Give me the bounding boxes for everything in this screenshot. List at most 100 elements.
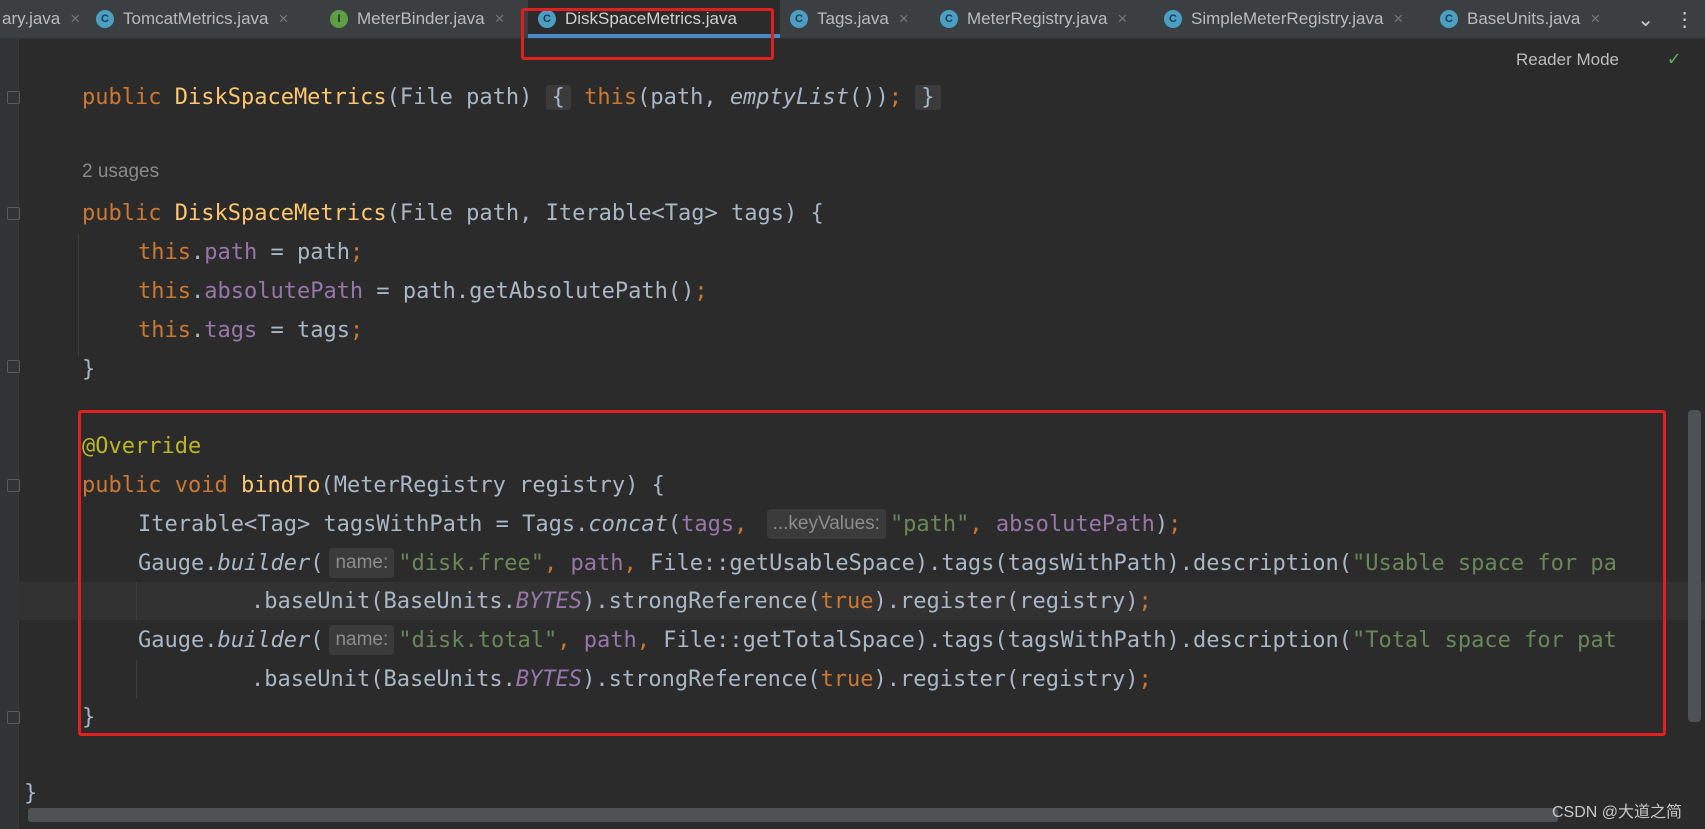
tab-meterregistry-java[interactable]: C MeterRegistry.java ×	[930, 0, 1156, 38]
fold-collapse-icon[interactable]	[7, 207, 20, 220]
code-token: ,	[734, 512, 761, 537]
code-token: ).strongReference(	[582, 667, 821, 692]
code-token: Gauge.	[138, 628, 218, 653]
check-icon[interactable]: ✓	[1668, 46, 1680, 70]
code-token: .	[190, 318, 205, 343]
code-token: this	[138, 279, 191, 304]
code-token: ).register(registry)	[873, 667, 1139, 692]
code-token: "path"	[889, 512, 970, 537]
close-icon[interactable]: ×	[1590, 9, 1600, 29]
code-token: ).register(registry)	[873, 589, 1139, 614]
code-token: void	[174, 473, 228, 498]
parameter-hint: name:	[329, 548, 395, 578]
tab-diskspacemetrics-java[interactable]: C DiskSpaceMetrics.java	[528, 0, 780, 38]
reader-mode-button[interactable]: Reader Mode	[1516, 50, 1619, 70]
close-icon[interactable]: ×	[278, 9, 288, 29]
code-token: Gauge.	[138, 551, 218, 576]
code-token: public	[82, 473, 162, 498]
tab-label: SimpleMeterRegistry.java	[1191, 9, 1384, 28]
tab-overflow-controls: ⌄ ⋮	[1627, 0, 1705, 38]
code-line[interactable]: }	[24, 776, 37, 812]
code-token: this	[584, 85, 638, 110]
close-icon[interactable]: ×	[495, 9, 505, 29]
code-token: ,	[969, 512, 996, 537]
code-token: }	[82, 705, 96, 730]
code-token: bindTo	[240, 473, 321, 498]
class-icon: C	[538, 10, 556, 28]
fold-collapse-icon[interactable]	[7, 479, 20, 492]
code-token: tags	[681, 512, 735, 537]
horizontal-scrollbar[interactable]	[28, 808, 1558, 822]
vertical-scrollbar[interactable]	[1688, 410, 1701, 722]
code-line[interactable]: Gauge.builder(name: "disk.free", path, Fi…	[138, 546, 1617, 582]
code-token: path	[583, 628, 637, 653]
code-token: BYTES	[515, 589, 583, 614]
class-icon: C	[940, 10, 958, 28]
code-line[interactable]: this.absolutePath = path.getAbsolutePath…	[138, 274, 708, 310]
tab-label: MeterBinder.java	[357, 9, 485, 28]
code-token: = path	[257, 240, 350, 265]
close-icon[interactable]: ×	[1393, 9, 1403, 29]
code-token: .	[190, 240, 205, 265]
code-token: "disk.free"	[398, 551, 544, 576]
code-token: true	[820, 667, 874, 692]
fold-collapse-icon[interactable]	[7, 711, 20, 724]
code-line[interactable]: public DiskSpaceMetrics(File path) { thi…	[82, 80, 941, 116]
code-line[interactable]: }	[82, 700, 95, 736]
more-vertical-icon[interactable]: ⋮	[1675, 7, 1695, 32]
code-line[interactable]: this.tags = tags;	[138, 313, 363, 349]
code-line[interactable]: .baseUnit(BaseUnits.BYTES).strongReferen…	[251, 662, 1152, 698]
code-line[interactable]: public void bindTo(MeterRegistry registr…	[82, 468, 665, 504]
code-line[interactable]: Gauge.builder(name: "disk.total", path, F…	[138, 623, 1617, 659]
watermark-text: CSDN @大道之简	[1552, 804, 1683, 821]
code-token: tags	[204, 318, 258, 343]
tab-label: BaseUnits.java	[1467, 9, 1581, 28]
code-token: concat	[588, 512, 668, 537]
code-token: = path.getAbsolutePath()	[363, 279, 695, 304]
code-token: (path,	[637, 85, 730, 110]
indent-guide	[136, 582, 137, 620]
code-line[interactable]: public DiskSpaceMetrics(File path, Itera…	[82, 196, 824, 232]
tab-label: MeterRegistry.java	[967, 9, 1108, 28]
code-token: (	[310, 628, 324, 653]
class-icon: C	[1440, 10, 1458, 28]
usages-hint[interactable]: 2 usages	[82, 161, 159, 183]
indent-guide	[78, 234, 79, 356]
tab-tags-java[interactable]: C Tags.java ×	[780, 0, 926, 38]
code-token: ;	[1138, 667, 1152, 692]
fold-expand-icon[interactable]	[7, 91, 20, 104]
tab-ary-java[interactable]: ary.java ×	[0, 0, 80, 38]
code-token: BYTES	[515, 667, 583, 692]
fold-collapse-icon[interactable]	[7, 360, 20, 373]
code-token: )	[1154, 512, 1169, 537]
code-token: @Override	[82, 434, 202, 459]
code-token: ;	[349, 240, 364, 265]
code-token: ;	[694, 279, 708, 304]
tab-baseunits-java[interactable]: C BaseUnits.java ×	[1430, 0, 1626, 38]
tab-meterbinder-java[interactable]: I MeterBinder.java ×	[320, 0, 522, 38]
tab-tomcatmetrics-java[interactable]: C TomcatMetrics.java ×	[86, 0, 314, 38]
code-token: ,	[623, 551, 650, 576]
code-token: absolutePath	[204, 279, 364, 304]
code-line[interactable]: this.path = path;	[138, 235, 363, 271]
tab-label: TomcatMetrics.java	[123, 9, 269, 28]
close-icon[interactable]: ×	[1117, 9, 1127, 29]
code-token: path	[204, 240, 258, 265]
close-icon[interactable]: ×	[899, 9, 909, 29]
code-token: emptyList	[729, 85, 850, 110]
code-line[interactable]: }	[82, 352, 95, 388]
code-token: }	[82, 357, 96, 382]
close-icon[interactable]: ×	[70, 9, 80, 29]
code-line[interactable]: .baseUnit(BaseUnits.BYTES).strongReferen…	[251, 584, 1152, 620]
tab-simplemeterregistry-java[interactable]: C SimpleMeterRegistry.java ×	[1154, 0, 1436, 38]
chevron-down-icon[interactable]: ⌄	[1637, 7, 1654, 32]
code-line[interactable]: @Override	[82, 429, 201, 465]
code-token: ,	[543, 551, 571, 576]
code-token: {	[545, 85, 571, 110]
code-token: }	[24, 781, 38, 806]
code-token: File::getUsableSpace).tags(tagsWithPath)…	[649, 551, 1352, 576]
class-icon: C	[790, 10, 808, 28]
code-token: this	[138, 240, 191, 265]
code-token: public	[82, 201, 162, 226]
code-line[interactable]: Iterable<Tag> tagsWithPath = Tags.concat…	[138, 507, 1181, 543]
